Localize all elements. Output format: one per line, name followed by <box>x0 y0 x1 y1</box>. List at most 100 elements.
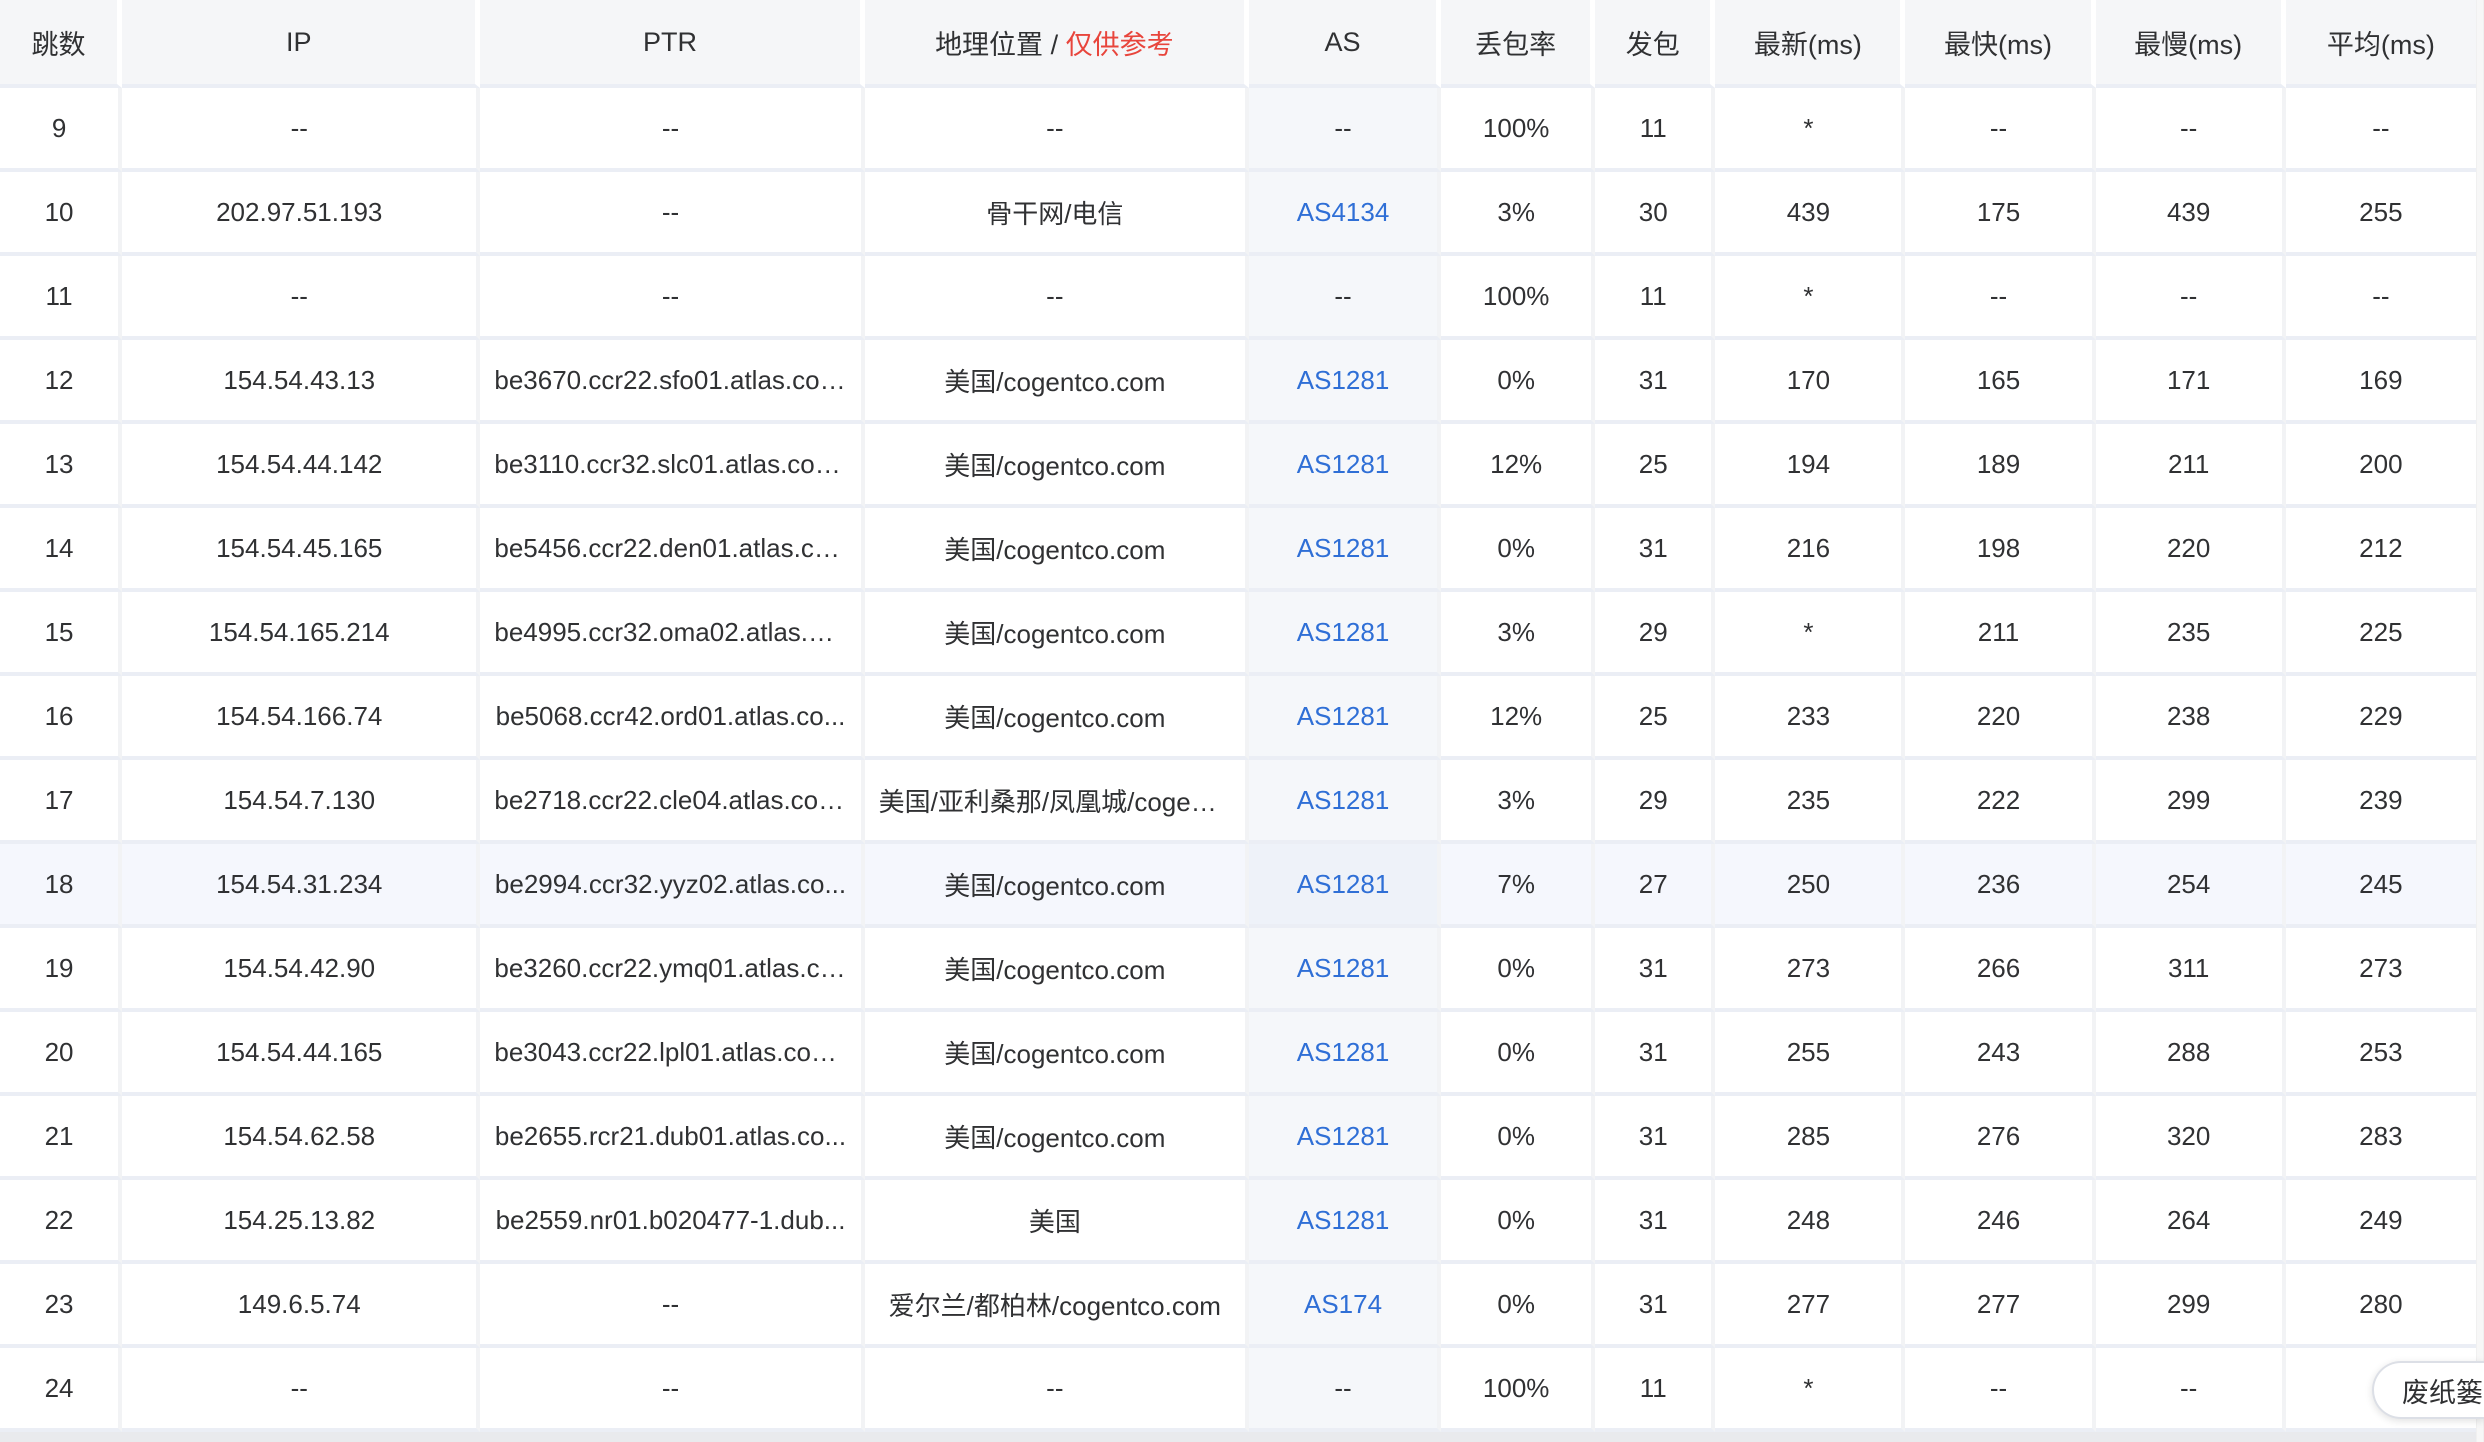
as-link[interactable]: AS1281 <box>1297 1037 1390 1067</box>
header-avg[interactable]: 平均(ms) <box>2285 0 2476 88</box>
cell-worst: 439 <box>2095 172 2286 256</box>
cell-loss: 0% <box>1441 1180 1596 1264</box>
cell-geo: 美国/cogentco.com <box>864 424 1249 508</box>
cell-geo: 美国/cogentco.com <box>864 844 1249 928</box>
cell-loss: 12% <box>1441 676 1596 760</box>
cell-as: -- <box>1248 88 1442 172</box>
table-row[interactable]: 13 154.54.44.142 be3110.ccr32.slc01.atlas.… <box>0 424 2476 508</box>
cell-last: 170 <box>1715 340 1906 424</box>
as-link[interactable]: AS174 <box>1304 1289 1382 1319</box>
cell-best: -- <box>1905 256 2096 340</box>
trash-tab[interactable]: 废纸篓 <box>2372 1361 2484 1419</box>
header-geo[interactable]: 地理位置 / 仅供参考 <box>864 0 1249 88</box>
table-row[interactable]: 19 154.54.42.90 be3260.ccr22.ymq01.atlas.c… <box>0 928 2476 1012</box>
cell-ptr: -- <box>480 1264 865 1348</box>
table-row[interactable]: 14 154.54.45.165 be5456.ccr22.den01.atlas.… <box>0 508 2476 592</box>
cell-last: * <box>1715 1348 1906 1432</box>
table-row[interactable]: 10 202.97.51.193 -- 骨干网/电信 AS4134 3% 30 439 175 4… <box>0 172 2476 256</box>
horizontal-scrollbar[interactable] <box>0 1432 2476 1442</box>
header-hop[interactable]: 跳数 <box>0 0 123 88</box>
cell-sent: 25 <box>1595 424 1716 508</box>
as-link[interactable]: AS1281 <box>1297 1121 1390 1151</box>
cell-hop: 20 <box>0 1012 123 1096</box>
cell-sent: 30 <box>1595 172 1716 256</box>
cell-last: 277 <box>1715 1264 1906 1348</box>
table-row[interactable]: 12 154.54.43.13 be3670.ccr22.sfo01.atlas.c… <box>0 340 2476 424</box>
cell-worst: 320 <box>2095 1096 2286 1180</box>
table-row[interactable]: 21 154.54.62.58 be2655.rcr21.dub01.atlas.c… <box>0 1096 2476 1180</box>
cell-ip: 154.54.7.130 <box>122 760 481 844</box>
header-sent[interactable]: 发包 <box>1595 0 1716 88</box>
traceroute-table: 跳数 IP PTR 地理位置 / 仅供参考 AS 丢包率 发包 最新(ms) 最… <box>0 0 2476 1432</box>
header-best[interactable]: 最快(ms) <box>1905 0 2096 88</box>
table-row[interactable]: 22 154.25.13.82 be2559.nr01.b020477-1.dub.… <box>0 1180 2476 1264</box>
as-link[interactable]: AS1281 <box>1297 1205 1390 1235</box>
cell-best: 277 <box>1905 1264 2096 1348</box>
header-loss[interactable]: 丢包率 <box>1441 0 1596 88</box>
cell-geo: -- <box>864 256 1249 340</box>
cell-loss: 100% <box>1441 88 1596 172</box>
scrollbar-thumb[interactable] <box>2477 0 2483 1442</box>
as-link[interactable]: AS1281 <box>1297 365 1390 395</box>
vertical-scrollbar[interactable] <box>2476 0 2484 1442</box>
cell-hop: 14 <box>0 508 123 592</box>
table-row[interactable]: 24--------100%11*------ <box>0 1348 2476 1432</box>
table-row[interactable]: 11 -- -- -- -- 100% 11 * -- -- -- <box>0 256 2476 340</box>
cell-avg: 245 <box>2285 844 2476 928</box>
cell-as: AS1281 <box>1248 592 1442 676</box>
cell-worst: 311 <box>2095 928 2286 1012</box>
cell-as: AS1281 <box>1248 760 1442 844</box>
header-as[interactable]: AS <box>1248 0 1442 88</box>
cell-ptr: be4995.ccr32.oma02.atlas.co... <box>480 592 865 676</box>
table-row[interactable]: 23 149.6.5.74 -- 爱尔兰/都柏林/cogentco.com AS174 0… <box>0 1264 2476 1348</box>
as-link[interactable]: AS1281 <box>1297 533 1390 563</box>
cell-hop: 19 <box>0 928 123 1012</box>
header-ip[interactable]: IP <box>122 0 481 88</box>
as-link[interactable]: AS1281 <box>1297 701 1390 731</box>
cell-avg: 169 <box>2285 340 2476 424</box>
table-body: 9 -- -- -- -- 100% 11 * -- -- -- 10 202.97.51.193 -- 骨… <box>0 88 2476 1432</box>
cell-sent: 27 <box>1595 844 1716 928</box>
cell-loss: 7% <box>1441 844 1596 928</box>
cell-best: 189 <box>1905 424 2096 508</box>
as-link[interactable]: AS1281 <box>1297 617 1390 647</box>
cell-last: 233 <box>1715 676 1906 760</box>
header-worst[interactable]: 最慢(ms) <box>2095 0 2286 88</box>
as-link[interactable]: AS4134 <box>1297 197 1390 227</box>
cell-loss: 0% <box>1441 928 1596 1012</box>
cell-worst: 299 <box>2095 760 2286 844</box>
cell-hop: 15 <box>0 592 123 676</box>
table-row[interactable]: 20 154.54.44.165 be3043.ccr22.lpl01.atlas.… <box>0 1012 2476 1096</box>
cell-ip: -- <box>122 88 481 172</box>
cell-ip: -- <box>122 1348 481 1432</box>
cell-last: 194 <box>1715 424 1906 508</box>
cell-loss: 100% <box>1441 1348 1596 1432</box>
cell-best: 220 <box>1905 676 2096 760</box>
cell-as: AS1281 <box>1248 1012 1442 1096</box>
cell-hop: 12 <box>0 340 123 424</box>
table-row[interactable]: 15 154.54.165.214 be4995.ccr32.oma02.atlas… <box>0 592 2476 676</box>
cell-best: 175 <box>1905 172 2096 256</box>
cell-last: 248 <box>1715 1180 1906 1264</box>
table-row[interactable]: 17 154.54.7.130 be2718.ccr22.cle04.atlas.c… <box>0 760 2476 844</box>
cell-loss: 0% <box>1441 1264 1596 1348</box>
cell-avg: 283 <box>2285 1096 2476 1180</box>
header-geo-note: 仅供参考 <box>1065 29 1174 60</box>
cell-best: 243 <box>1905 1012 2096 1096</box>
header-last[interactable]: 最新(ms) <box>1715 0 1906 88</box>
cell-best: 165 <box>1905 340 2096 424</box>
cell-as: AS1281 <box>1248 1180 1442 1264</box>
as-link[interactable]: AS1281 <box>1297 785 1390 815</box>
table-row[interactable]: 9 -- -- -- -- 100% 11 * -- -- -- <box>0 88 2476 172</box>
cell-as: AS4134 <box>1248 172 1442 256</box>
cell-geo: 美国 <box>864 1180 1249 1264</box>
cell-avg: -- <box>2285 256 2476 340</box>
header-ptr[interactable]: PTR <box>480 0 865 88</box>
table-row[interactable]: 16 154.54.166.74 be5068.ccr42.ord01.atlas.… <box>0 676 2476 760</box>
table-row[interactable]: 18 154.54.31.234 be2994.ccr32.yyz02.atlas.… <box>0 844 2476 928</box>
as-link[interactable]: AS1281 <box>1297 449 1390 479</box>
as-link[interactable]: AS1281 <box>1297 953 1390 983</box>
as-link[interactable]: AS1281 <box>1297 869 1390 899</box>
cell-sent: 31 <box>1595 928 1716 1012</box>
cell-avg: 253 <box>2285 1012 2476 1096</box>
